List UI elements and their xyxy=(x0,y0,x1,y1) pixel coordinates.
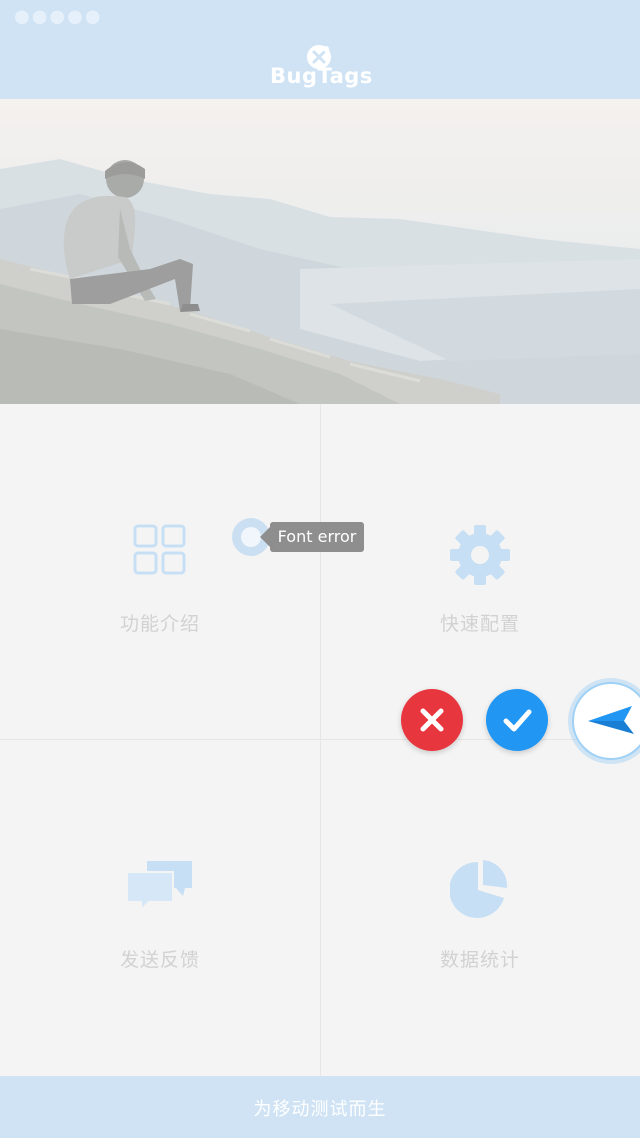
app-footer: 为移动测试而生 xyxy=(0,1076,640,1138)
grid-item-statistics[interactable]: 数据统计 xyxy=(320,740,640,1075)
paper-plane-icon xyxy=(588,706,634,734)
grid-icon xyxy=(133,524,186,575)
bugtags-logo: BugTags xyxy=(270,44,373,90)
logo-text: BugTags xyxy=(270,64,373,88)
chat-icon xyxy=(126,861,192,912)
status-bar: ●●●●● xyxy=(0,0,640,30)
checkmark-icon xyxy=(503,709,532,732)
footer-slogan: 为移动测试而生 xyxy=(253,1099,387,1120)
close-icon xyxy=(420,708,444,732)
bug-tooltip[interactable]: Font error xyxy=(260,522,364,552)
grid-item-label: 功能介绍 xyxy=(119,613,200,635)
grid-item-label: 快速配置 xyxy=(439,613,520,635)
grid-item-label: 发送反馈 xyxy=(119,949,200,971)
gear-icon xyxy=(450,525,510,585)
grid-item-feature-intro[interactable]: 功能介绍 xyxy=(0,404,320,739)
grid-item-label: 数据统计 xyxy=(439,949,520,971)
signal-indicator: ●●●●● xyxy=(14,6,103,27)
send-button[interactable] xyxy=(572,682,640,760)
grid-item-send-feedback[interactable]: 发送反馈 xyxy=(0,740,320,1075)
landscape-illustration xyxy=(0,99,640,404)
pie-chart-icon xyxy=(450,860,508,918)
bug-marker-center xyxy=(241,527,261,547)
hero-image xyxy=(0,99,640,404)
cancel-button[interactable] xyxy=(401,689,463,751)
confirm-button[interactable] xyxy=(486,689,548,751)
app-header: ●●●●● BugTags xyxy=(0,0,640,99)
